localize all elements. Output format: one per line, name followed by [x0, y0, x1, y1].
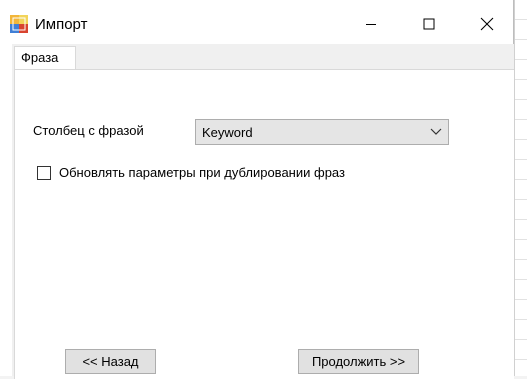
- continue-button[interactable]: Продолжить >>: [298, 349, 419, 374]
- minimize-icon: [366, 24, 376, 25]
- import-dialog: Импорт Фраза Столбец с фразой Keyword Об…: [0, 0, 514, 379]
- update-params-label[interactable]: Обновлять параметры при дублировании фра…: [59, 165, 345, 180]
- close-button[interactable]: [458, 0, 516, 48]
- minimize-button[interactable]: [342, 0, 400, 48]
- maximize-button[interactable]: [400, 0, 458, 48]
- maximize-icon: [423, 18, 435, 30]
- dialog-client-area: Фраза Столбец с фразой Keyword Обновлять…: [12, 44, 514, 379]
- column-select[interactable]: Keyword: [195, 119, 449, 145]
- close-icon: [480, 17, 494, 31]
- column-label: Столбец с фразой: [33, 123, 144, 138]
- import-app-icon: [10, 15, 28, 33]
- title-bar[interactable]: Импорт: [0, 0, 513, 48]
- window-title: Импорт: [35, 16, 88, 33]
- chevron-down-icon: [430, 128, 442, 135]
- update-params-checkbox[interactable]: [37, 166, 51, 180]
- tab-phrase[interactable]: Фраза: [14, 46, 76, 70]
- tab-page-phrase: Столбец с фразой Keyword Обновлять парам…: [14, 69, 514, 379]
- back-button[interactable]: << Назад: [65, 349, 156, 374]
- column-select-value: Keyword: [202, 125, 253, 140]
- background-spreadsheet-grid: [514, 0, 527, 376]
